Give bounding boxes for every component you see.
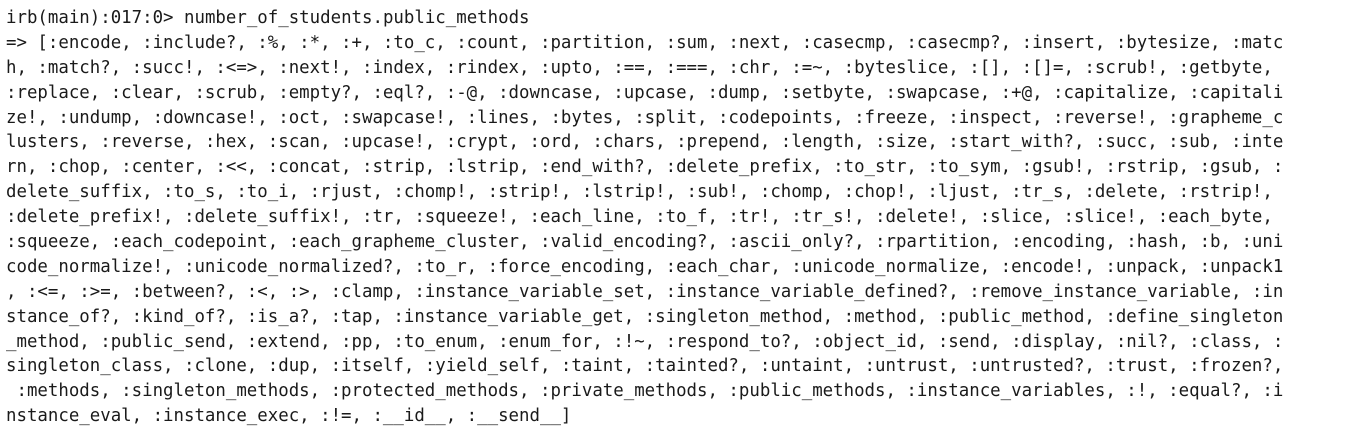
output-line: stance_of?, :kind_of?, :is_a?, :tap, :in… — [6, 306, 1284, 327]
output-line: :delete_prefix!, :delete_suffix!, :tr, :… — [6, 207, 1273, 228]
output-line: :squeeze, :each_codepoint, :each_graphem… — [6, 232, 1284, 253]
output-line: , :<=, :>=, :between?, :<, :>, :clamp, :… — [6, 281, 1284, 302]
output-line: nstance_eval, :instance_exec, :!=, :__id… — [6, 406, 572, 427]
output-line: :methods, :singleton_methods, :protected… — [6, 381, 1284, 402]
output-line: delete_suffix, :to_s, :to_i, :rjust, :ch… — [6, 182, 1273, 203]
output-line: _method, :public_send, :extend, :pp, :to… — [6, 331, 1284, 352]
terminal-window[interactable]: irb(main):017:0> number_of_students.publ… — [0, 0, 1354, 428]
output-line: lusters, :reverse, :hex, :scan, :upcase!… — [6, 132, 1284, 153]
output-line: => [:encode, :include?, :%, :*, :+, :to_… — [6, 32, 1284, 53]
irb-prompt: irb(main):017:0> — [6, 8, 174, 28]
command-text: number_of_students.public_methods — [184, 8, 530, 28]
output-line: code_normalize!, :unicode_normalized?, :… — [6, 256, 1284, 277]
output-line: rn, :chop, :center, :<<, :concat, :strip… — [6, 157, 1284, 178]
output-line: h, :match?, :succ!, :<=>, :next!, :index… — [6, 57, 1273, 78]
command-line[interactable]: irb(main):017:0> number_of_students.publ… — [6, 6, 1354, 31]
output-line: ze!, :undump, :downcase!, :oct, :swapcas… — [6, 107, 1284, 128]
output-line: :replace, :clear, :scrub, :empty?, :eql?… — [6, 82, 1284, 103]
output-line: singleton_class, :clone, :dup, :itself, … — [6, 356, 1284, 377]
